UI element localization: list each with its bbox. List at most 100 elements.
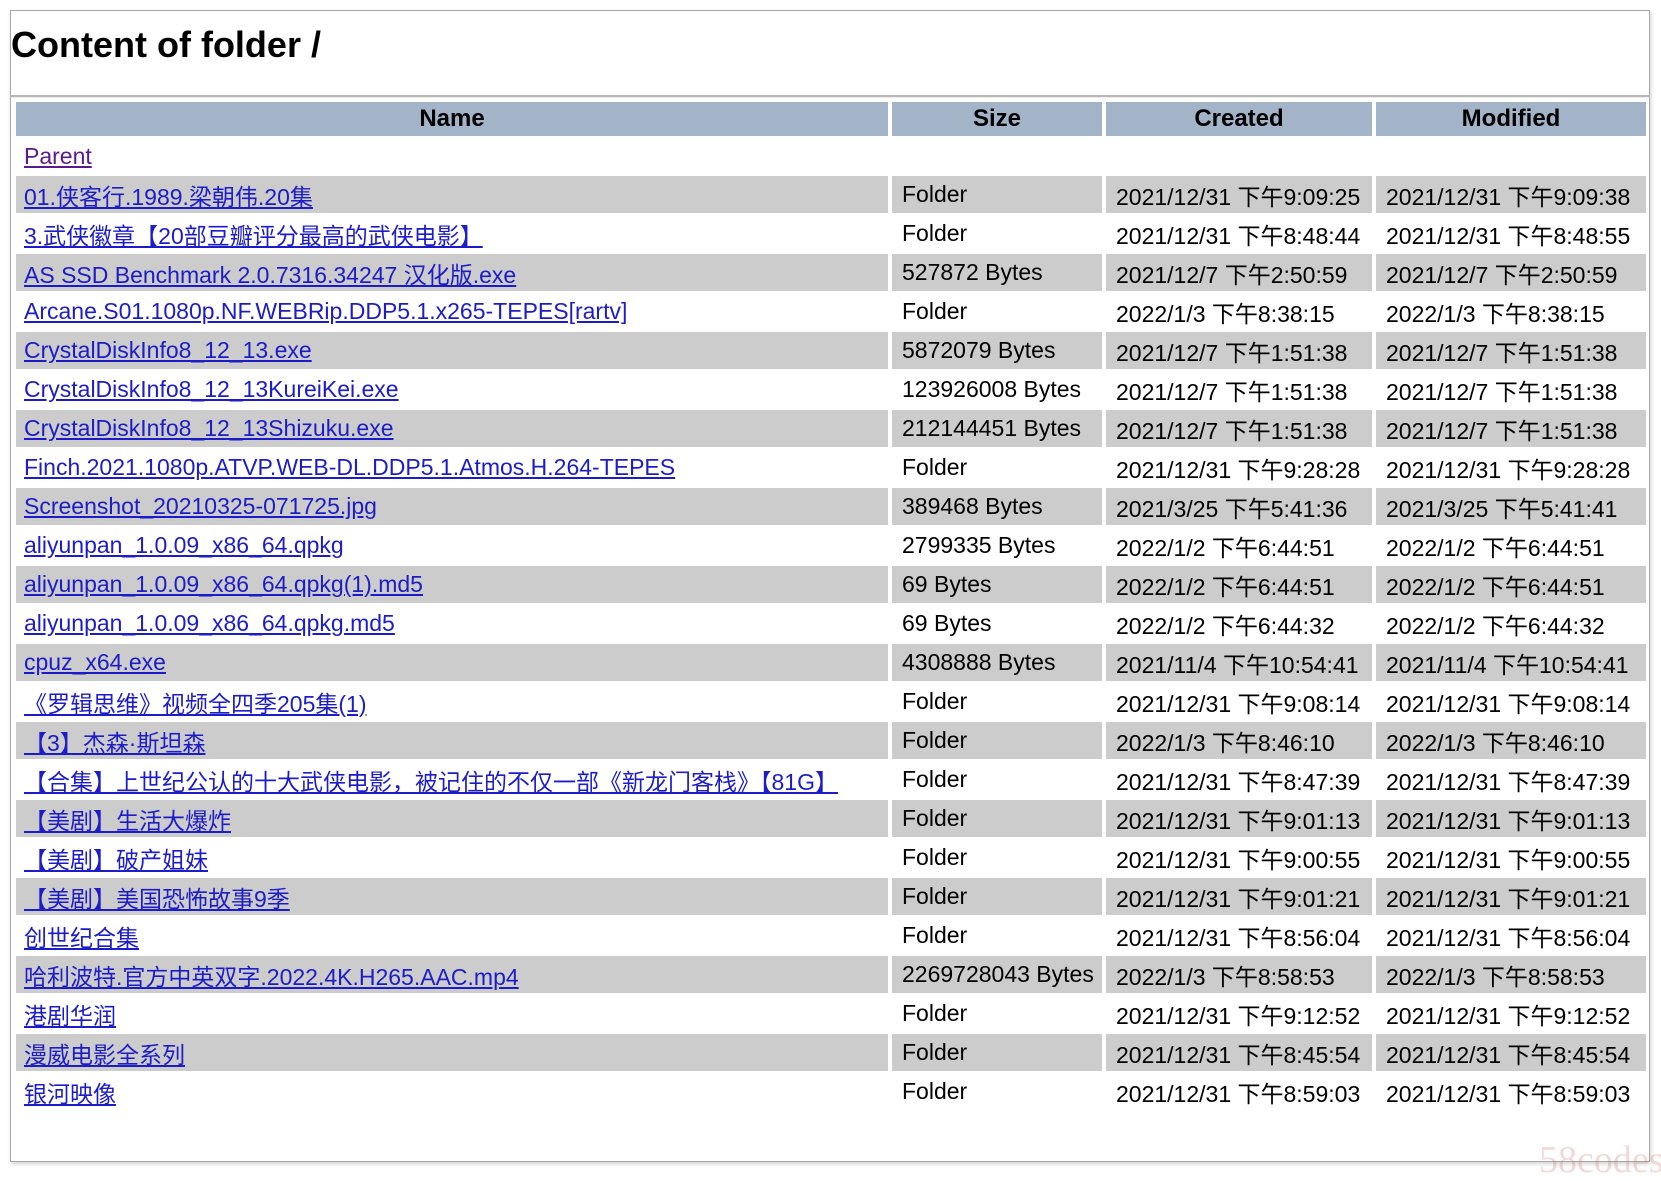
created-cell: 2022/1/3 下午8:46:10 <box>1106 722 1372 759</box>
created-cell: 2021/12/31 下午9:08:14 <box>1106 683 1372 720</box>
parent-link[interactable]: Parent <box>24 143 92 169</box>
file-link[interactable]: Screenshot_20210325-071725.jpg <box>24 493 377 519</box>
name-cell: aliyunpan_1.0.09_x86_64.qpkg <box>16 527 888 564</box>
table-row: 银河映像 Folder 2021/12/31 下午8:59:03 2021/12/31… <box>16 1073 1646 1110</box>
parent-cell: Parent <box>16 138 888 174</box>
size-cell: 527872 Bytes <box>892 254 1102 291</box>
table-row: 01.侠客行.1989.梁朝伟.20集 Folder 2021/12/31 下午9:… <box>16 176 1646 213</box>
modified-cell: 2021/3/25 下午5:41:41 <box>1376 488 1646 525</box>
file-link[interactable]: Arcane.S01.1080p.NF.WEBRip.DDP5.1.x265-T… <box>24 298 627 324</box>
name-cell: 【3】杰森·斯坦森 <box>16 722 888 759</box>
size-cell: Folder <box>892 683 1102 720</box>
size-cell: 4308888 Bytes <box>892 644 1102 681</box>
file-link[interactable]: 创世纪合集 <box>24 925 139 951</box>
modified-cell: 2022/1/3 下午8:46:10 <box>1376 722 1646 759</box>
file-link[interactable]: CrystalDiskInfo8_12_13.exe <box>24 337 312 363</box>
created-cell: 2021/12/31 下午9:01:21 <box>1106 878 1372 915</box>
file-link[interactable]: aliyunpan_1.0.09_x86_64.qpkg <box>24 532 344 558</box>
table-row: aliyunpan_1.0.09_x86_64.qpkg.md5 69 Bytes… <box>16 605 1646 642</box>
size-cell: Folder <box>892 722 1102 759</box>
created-cell: 2021/12/7 下午1:51:38 <box>1106 410 1372 447</box>
created-cell: 2021/12/7 下午1:51:38 <box>1106 332 1372 369</box>
created-cell: 2021/12/31 下午9:09:25 <box>1106 176 1372 213</box>
table-row: 【3】杰森·斯坦森 Folder 2022/1/3 下午8:46:10 2022/1/… <box>16 722 1646 759</box>
table-row: 【美剧】破产姐妹 Folder 2021/12/31 下午9:00:55 2021/1… <box>16 839 1646 876</box>
created-cell: 2021/12/31 下午8:48:44 <box>1106 215 1372 252</box>
size-cell: Folder <box>892 293 1102 330</box>
created-cell: 2021/3/25 下午5:41:36 <box>1106 488 1372 525</box>
file-link[interactable]: 银河映像 <box>24 1081 116 1107</box>
size-cell: Folder <box>892 761 1102 798</box>
file-listing-table: Name Size Created Modified Parent 01.侠客行… <box>12 100 1650 1112</box>
modified-cell: 2021/12/31 下午8:56:04 <box>1376 917 1646 954</box>
modified-cell: 2021/12/7 下午2:50:59 <box>1376 254 1646 291</box>
modified-cell: 2021/12/31 下午9:00:55 <box>1376 839 1646 876</box>
size-cell: 2269728043 Bytes <box>892 956 1102 993</box>
file-link[interactable]: 漫威电影全系列 <box>24 1042 185 1068</box>
size-cell: Folder <box>892 878 1102 915</box>
name-cell: 【美剧】生活大爆炸 <box>16 800 888 837</box>
parent-row: Parent <box>16 138 1646 174</box>
file-link[interactable]: 【3】杰森·斯坦森 <box>24 730 205 756</box>
file-link[interactable]: CrystalDiskInfo8_12_13KureiKei.exe <box>24 376 399 402</box>
name-cell: 漫威电影全系列 <box>16 1034 888 1071</box>
file-link[interactable]: aliyunpan_1.0.09_x86_64.qpkg.md5 <box>24 610 395 636</box>
table-row: 【美剧】生活大爆炸 Folder 2021/12/31 下午9:01:13 2021/… <box>16 800 1646 837</box>
size-cell: Folder <box>892 215 1102 252</box>
table-row: Arcane.S01.1080p.NF.WEBRip.DDP5.1.x265-T… <box>16 293 1646 330</box>
watermark: 58codes <box>1539 1139 1661 1181</box>
table-row: Finch.2021.1080p.ATVP.WEB-DL.DDP5.1.Atmo… <box>16 449 1646 486</box>
size-cell: Folder <box>892 1034 1102 1071</box>
file-link[interactable]: 港剧华润 <box>24 1003 116 1029</box>
size-cell: Folder <box>892 917 1102 954</box>
file-link[interactable]: 【美剧】美国恐怖故事9季 <box>24 886 290 912</box>
file-link[interactable]: AS SSD Benchmark 2.0.7316.34247 汉化版.exe <box>24 262 516 288</box>
created-cell: 2022/1/3 下午8:38:15 <box>1106 293 1372 330</box>
modified-cell: 2021/12/31 下午9:08:14 <box>1376 683 1646 720</box>
file-link[interactable]: 《罗辑思维》视频全四季205集(1) <box>24 691 366 717</box>
name-cell: CrystalDiskInfo8_12_13Shizuku.exe <box>16 410 888 447</box>
modified-cell: 2022/1/2 下午6:44:32 <box>1376 605 1646 642</box>
created-cell: 2021/12/31 下午8:56:04 <box>1106 917 1372 954</box>
modified-cell: 2021/11/4 下午10:54:41 <box>1376 644 1646 681</box>
table-row: Screenshot_20210325-071725.jpg 389468 Byt… <box>16 488 1646 525</box>
size-cell: Folder <box>892 839 1102 876</box>
file-link[interactable]: Finch.2021.1080p.ATVP.WEB-DL.DDP5.1.Atmo… <box>24 454 675 480</box>
name-cell: 哈利波特.官方中英双字.2022.4K.H265.AAC.mp4 <box>16 956 888 993</box>
name-cell: Arcane.S01.1080p.NF.WEBRip.DDP5.1.x265-T… <box>16 293 888 330</box>
created-cell: 2021/12/31 下午8:59:03 <box>1106 1073 1372 1110</box>
file-link[interactable]: 哈利波特.官方中英双字.2022.4K.H265.AAC.mp4 <box>24 964 519 990</box>
size-cell: Folder <box>892 1073 1102 1110</box>
modified-cell: 2022/1/3 下午8:58:53 <box>1376 956 1646 993</box>
modified-cell: 2022/1/3 下午8:38:15 <box>1376 293 1646 330</box>
name-cell: 《罗辑思维》视频全四季205集(1) <box>16 683 888 720</box>
modified-cell: 2021/12/31 下午9:12:52 <box>1376 995 1646 1032</box>
created-cell: 2021/12/7 下午2:50:59 <box>1106 254 1372 291</box>
size-cell: 389468 Bytes <box>892 488 1102 525</box>
size-cell: 69 Bytes <box>892 566 1102 603</box>
created-cell: 2021/12/31 下午9:28:28 <box>1106 449 1372 486</box>
modified-cell: 2021/12/31 下午8:45:54 <box>1376 1034 1646 1071</box>
file-link[interactable]: 01.侠客行.1989.梁朝伟.20集 <box>24 184 313 210</box>
size-cell: Folder <box>892 995 1102 1032</box>
created-cell: 2021/11/4 下午10:54:41 <box>1106 644 1372 681</box>
created-cell: 2021/12/31 下午9:12:52 <box>1106 995 1372 1032</box>
column-header-size: Size <box>892 102 1102 136</box>
created-cell: 2022/1/2 下午6:44:51 <box>1106 566 1372 603</box>
size-cell: 2799335 Bytes <box>892 527 1102 564</box>
table-row: 漫威电影全系列 Folder 2021/12/31 下午8:45:54 2021/12… <box>16 1034 1646 1071</box>
file-link[interactable]: 3.武侠徽章【20部豆瓣评分最高的武侠电影】 <box>24 223 483 249</box>
table-row: CrystalDiskInfo8_12_13KureiKei.exe 123926… <box>16 371 1646 408</box>
file-link[interactable]: aliyunpan_1.0.09_x86_64.qpkg(1).md5 <box>24 571 423 597</box>
size-cell: 5872079 Bytes <box>892 332 1102 369</box>
file-link[interactable]: cpuz_x64.exe <box>24 649 166 675</box>
name-cell: 港剧华润 <box>16 995 888 1032</box>
size-cell: Folder <box>892 800 1102 837</box>
table-row: cpuz_x64.exe 4308888 Bytes 2021/11/4 下午10:… <box>16 644 1646 681</box>
modified-cell: 2021/12/31 下午9:01:21 <box>1376 878 1646 915</box>
file-link[interactable]: 【美剧】生活大爆炸 <box>24 808 231 834</box>
file-link[interactable]: 【合集】上世纪公认的十大武侠电影，被记住的不仅一部《新龙门客栈》【81G】 <box>24 769 838 795</box>
file-link[interactable]: CrystalDiskInfo8_12_13Shizuku.exe <box>24 415 393 441</box>
file-link[interactable]: 【美剧】破产姐妹 <box>24 847 208 873</box>
table-row: 【美剧】美国恐怖故事9季 Folder 2021/12/31 下午9:01:21 20… <box>16 878 1646 915</box>
